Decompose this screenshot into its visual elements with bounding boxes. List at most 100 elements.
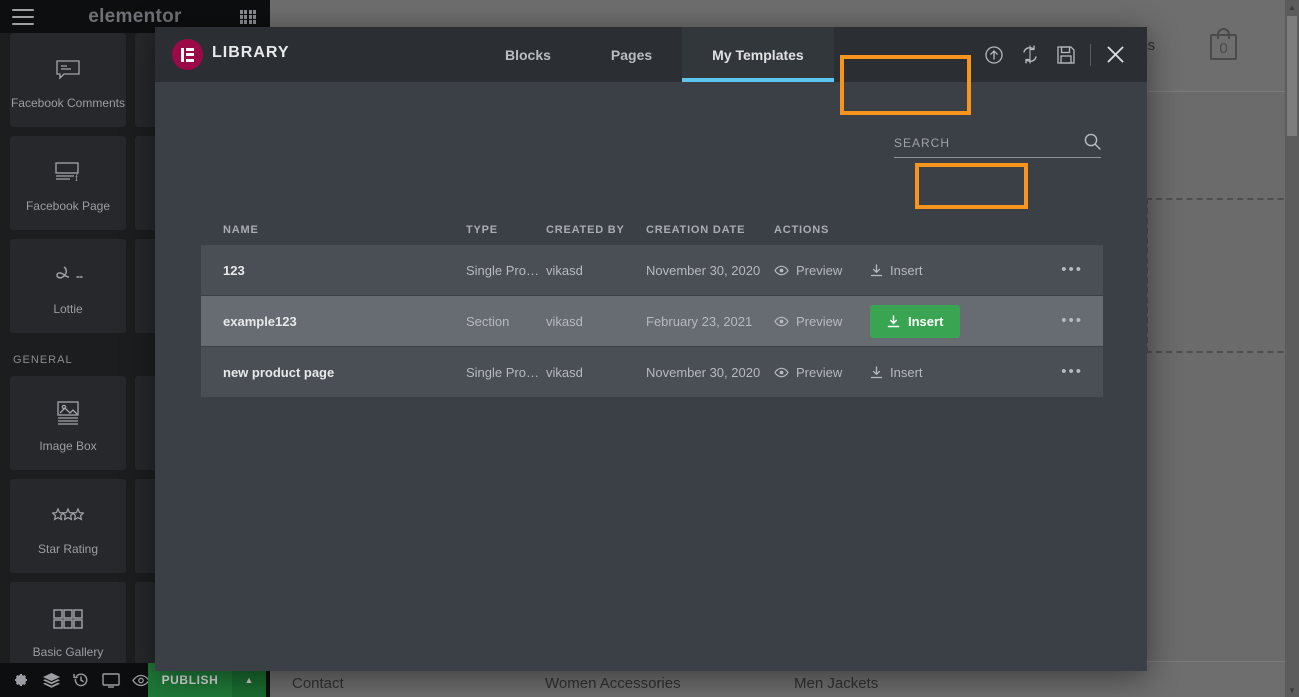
insert-label: Insert (908, 313, 944, 329)
cell-creation-date: February 23, 2021 (646, 313, 753, 329)
widget-label: Facebook Page (25, 199, 111, 213)
save-icon[interactable] (1048, 27, 1084, 82)
screen: ntact Us 0 n the ore Play Contact Women … (0, 0, 1299, 697)
preview-button[interactable]: Preview (774, 314, 870, 329)
scroll-down-arrow[interactable]: ▼ (1285, 683, 1299, 697)
elementor-logo-icon (172, 39, 203, 70)
library-modal-header: LIBRARY Blocks Pages My Templates (155, 27, 1147, 82)
insert-button[interactable]: Insert (870, 263, 966, 278)
download-icon (870, 365, 883, 379)
eye-icon (774, 316, 789, 327)
preview-label: Preview (796, 364, 843, 380)
cell-type: Section (466, 313, 510, 329)
scroll-up-arrow[interactable]: ▲ (1285, 0, 1299, 14)
cell-created-by: vikasd (546, 364, 583, 380)
cell-actions: Preview Insert ••• (774, 364, 1103, 380)
insert-label: Insert (890, 262, 923, 278)
history-icon[interactable] (66, 663, 96, 697)
cart-count: 0 (1219, 40, 1228, 57)
facebook-page-icon: f (54, 153, 82, 193)
responsive-mode-icon[interactable] (96, 663, 126, 697)
table-row[interactable]: example123 Section vikasd February 23, 2… (201, 296, 1103, 347)
column-header-created-by: CREATED BY (546, 224, 625, 236)
widget-label: Facebook Comments (10, 96, 126, 110)
eye-icon (774, 367, 789, 378)
cell-name: new product page (223, 364, 335, 380)
canvas-dropzone[interactable] (1146, 198, 1299, 353)
more-options-button[interactable]: ••• (1061, 313, 1083, 328)
library-header-actions (976, 27, 1133, 82)
widget-label: Image Box (39, 439, 97, 453)
search-icon[interactable] (1084, 133, 1101, 150)
download-icon (887, 314, 900, 328)
tab-blocks[interactable]: Blocks (475, 27, 581, 82)
image-box-icon (55, 393, 81, 433)
download-icon (870, 263, 883, 277)
grid-icon[interactable] (240, 10, 256, 24)
widget-facebook-page[interactable]: f Facebook Page (10, 136, 126, 230)
cell-actions: Preview Insert ••• (774, 304, 1103, 338)
widget-label: Star Rating (37, 542, 99, 556)
close-icon[interactable] (1097, 27, 1133, 82)
tab-pages[interactable]: Pages (581, 27, 682, 82)
cell-name: example123 (223, 313, 297, 329)
table-row[interactable]: 123 Single Pro… vikasd November 30, 2020… (201, 245, 1103, 296)
widget-lottie[interactable]: Lottie (10, 239, 126, 333)
insert-label: Insert (890, 364, 923, 380)
table-row[interactable]: new product page Single Pro… vikasd Nove… (201, 347, 1103, 398)
scrollbar-thumb[interactable] (1287, 16, 1297, 136)
footer-link-women-accessories[interactable]: Women Accessories (545, 675, 681, 692)
cell-name: 123 (223, 262, 245, 278)
widget-image-box[interactable]: Image Box (10, 376, 126, 470)
search-input[interactable] (894, 130, 1069, 156)
more-options-button[interactable]: ••• (1061, 262, 1083, 277)
templates-table: NAME TYPE CREATED BY CREATION DATE ACTIO… (201, 215, 1103, 398)
cell-creation-date: November 30, 2020 (646, 364, 761, 380)
widget-label: Basic Gallery (32, 645, 104, 659)
search-field[interactable] (894, 130, 1101, 158)
column-header-name: NAME (223, 224, 259, 236)
library-modal-body: NAME TYPE CREATED BY CREATION DATE ACTIO… (155, 82, 1147, 671)
star-rating-icon (52, 496, 84, 536)
eye-icon (774, 265, 789, 276)
preview-button[interactable]: Preview (774, 263, 870, 278)
cell-created-by: vikasd (546, 262, 583, 278)
tab-my-templates[interactable]: My Templates (682, 27, 834, 82)
svg-text:f: f (75, 173, 78, 183)
preview-button[interactable]: Preview (774, 365, 870, 380)
insert-button-highlight (915, 163, 1028, 209)
widget-facebook-comments[interactable]: Facebook Comments (10, 33, 126, 127)
widget-star-rating[interactable]: Star Rating (10, 479, 126, 573)
column-header-actions: ACTIONS (774, 224, 830, 236)
widget-basic-gallery[interactable]: Basic Gallery (10, 582, 126, 663)
footer-link-contact[interactable]: Contact (292, 675, 344, 692)
cell-created-by: vikasd (546, 313, 583, 329)
preview-label: Preview (796, 313, 843, 329)
canvas-scrollbar[interactable]: ▲ ▼ (1285, 0, 1299, 697)
insert-button[interactable]: Insert (870, 365, 966, 380)
cell-type: Single Pro… (466, 262, 539, 278)
library-title: LIBRARY (212, 44, 290, 61)
cell-type: Single Pro… (466, 364, 539, 380)
library-tabs: Blocks Pages My Templates (475, 27, 834, 82)
widget-label: Lottie (53, 302, 83, 316)
basic-gallery-icon (53, 599, 83, 639)
footer-link-men-jackets[interactable]: Men Jackets (794, 675, 878, 692)
cell-actions: Preview Insert ••• (774, 262, 1103, 278)
column-header-creation-date: CREATION DATE (646, 224, 746, 236)
navigator-layers-icon[interactable] (36, 663, 66, 697)
column-header-type: TYPE (466, 224, 498, 236)
more-options-button[interactable]: ••• (1061, 364, 1083, 379)
library-modal: LIBRARY Blocks Pages My Templates SEARCH… (155, 27, 1147, 671)
header-divider (1090, 43, 1091, 66)
sync-refresh-icon[interactable] (1012, 27, 1048, 82)
shopping-bag-icon[interactable]: 0 (1210, 28, 1237, 60)
cell-creation-date: November 30, 2020 (646, 262, 761, 278)
insert-button[interactable]: Insert (870, 304, 961, 338)
table-header-row: NAME TYPE CREATED BY CREATION DATE ACTIO… (201, 215, 1103, 245)
settings-gear-icon[interactable] (6, 663, 36, 697)
lottie-icon (53, 256, 83, 296)
import-upload-icon[interactable] (976, 27, 1012, 82)
preview-label: Preview (796, 262, 843, 278)
facebook-comments-icon (55, 50, 81, 90)
